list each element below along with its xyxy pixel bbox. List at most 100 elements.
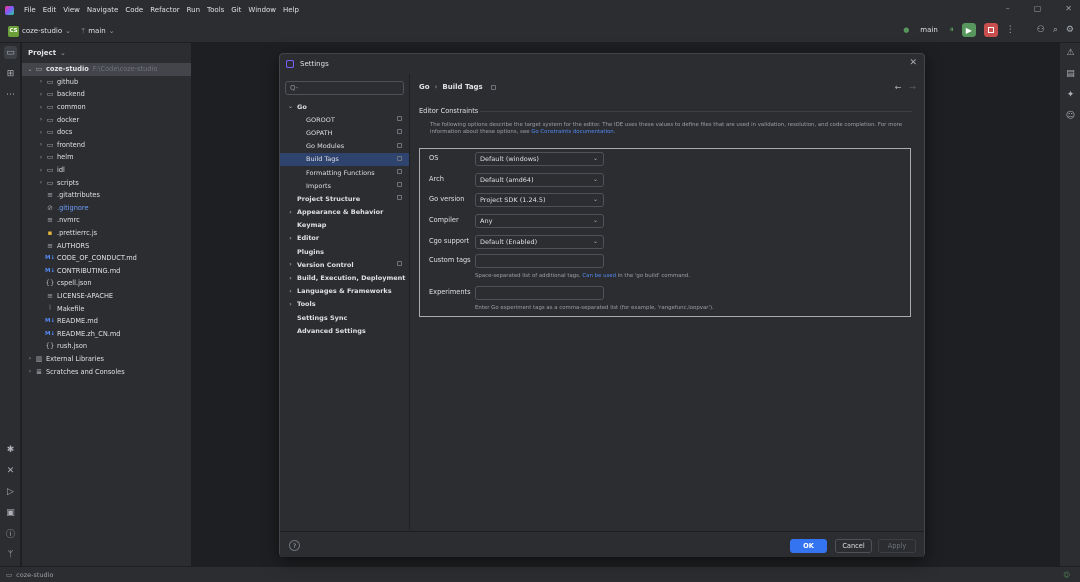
forward-arrow-icon[interactable]: →: [909, 83, 916, 92]
chevron-right-icon[interactable]: ›: [37, 104, 45, 111]
tree-item[interactable]: › ▭ backend: [22, 88, 191, 101]
menu-item-navigate[interactable]: Navigate: [87, 6, 118, 14]
menu-item-git[interactable]: Git: [231, 6, 241, 14]
project-folder-icon[interactable]: ▭: [4, 46, 17, 59]
menu-item-edit[interactable]: Edit: [43, 6, 57, 14]
run-config-selector[interactable]: main: [920, 26, 938, 34]
tree-item[interactable]: › ▭ helm: [22, 151, 191, 164]
chevron-right-icon[interactable]: ›: [26, 355, 34, 362]
menu-item-run[interactable]: Run: [187, 6, 200, 14]
menu-item-view[interactable]: View: [63, 6, 80, 14]
tree-item[interactable]: {} cspell.json: [22, 277, 191, 290]
tree-item[interactable]: › ▭ docker: [22, 113, 191, 126]
run-tool-icon[interactable]: ▷: [4, 485, 17, 498]
chevron-down-icon[interactable]: ⌄: [60, 49, 66, 57]
menu-item-window[interactable]: Window: [248, 6, 276, 14]
settings-nav-formatting-functions[interactable]: Formatting Functions: [280, 166, 409, 179]
menu-item-help[interactable]: Help: [283, 6, 299, 14]
go-constraints-link[interactable]: Go Constraints documentation: [531, 129, 614, 135]
breadcrumb-parent[interactable]: Go: [419, 83, 430, 91]
cancel-button[interactable]: Cancel: [835, 539, 872, 553]
problems-icon[interactable]: ⓘ: [4, 527, 17, 540]
cgo-support-select[interactable]: Default (Enabled) ⌄: [475, 235, 604, 249]
tree-item[interactable]: ⊘ .gitignore: [22, 202, 191, 215]
chevron-right-icon[interactable]: ›: [37, 78, 45, 85]
chevron-icon[interactable]: ⌄: [284, 103, 297, 110]
tree-item[interactable]: › ▭ common: [22, 101, 191, 114]
custom-tags-input[interactable]: [475, 254, 604, 268]
project-panel-header[interactable]: Project ⌄: [22, 43, 191, 63]
apply-button[interactable]: Apply: [878, 539, 916, 553]
experiments-input[interactable]: [475, 286, 604, 300]
settings-nav-build-tags[interactable]: Build Tags: [280, 152, 409, 166]
ok-button[interactable]: OK: [790, 539, 827, 553]
notifications-icon[interactable]: ⚠: [1064, 46, 1077, 59]
chevron-right-icon[interactable]: ›: [37, 141, 45, 148]
settings-nav-build-execution-deployment[interactable]: › Build, Execution, Deployment: [280, 271, 409, 284]
settings-nav-project-structure[interactable]: Project Structure: [280, 192, 409, 205]
tree-item[interactable]: M↓ CODE_OF_CONDUCT.md: [22, 252, 191, 265]
tree-item[interactable]: ⦚ Makefile: [22, 302, 191, 315]
go-version-select[interactable]: Project SDK (1.24.5) ⌄: [475, 193, 604, 207]
settings-nav-plugins[interactable]: Plugins: [280, 245, 409, 258]
tree-item[interactable]: › ▭ github: [22, 76, 191, 89]
tree-item[interactable]: › ▭ scripts: [22, 176, 191, 189]
chevron-right-icon[interactable]: ›: [37, 179, 45, 186]
menu-item-refactor[interactable]: Refactor: [150, 6, 179, 14]
tree-item[interactable]: › ▭ idl: [22, 164, 191, 177]
arch-select[interactable]: Default (amd64) ⌄: [475, 173, 604, 187]
back-arrow-icon[interactable]: ←: [895, 83, 902, 92]
user-icon[interactable]: ⚇: [1037, 25, 1045, 35]
settings-nav-tools[interactable]: › Tools: [280, 298, 409, 311]
settings-nav-go[interactable]: ⌄ Go: [280, 100, 409, 113]
ai-assistant-icon[interactable]: ✦: [1064, 88, 1077, 101]
settings-nav-goroot[interactable]: GOROOT: [280, 113, 409, 126]
settings-search-input[interactable]: Q-: [285, 81, 404, 95]
project-switcher[interactable]: coze-studio: [22, 27, 62, 35]
settings-nav-version-control[interactable]: › Version Control: [280, 258, 409, 271]
chevron-right-icon[interactable]: ›: [37, 116, 45, 123]
tree-item[interactable]: › ▥ External Libraries: [22, 353, 191, 366]
settings-gear-icon[interactable]: ⚙: [1066, 25, 1074, 35]
more-tools-icon[interactable]: ⋯: [4, 88, 17, 101]
terminal-icon[interactable]: ▣: [4, 506, 17, 519]
help-icon[interactable]: ?: [289, 540, 300, 551]
maximize-icon[interactable]: ▢: [1034, 4, 1042, 13]
minimize-icon[interactable]: –: [1006, 4, 1010, 13]
services-icon[interactable]: ✕: [4, 464, 17, 477]
menu-item-code[interactable]: Code: [125, 6, 143, 14]
menu-item-file[interactable]: File: [24, 6, 36, 14]
git-icon[interactable]: ᛘ: [4, 548, 17, 561]
chevron-icon[interactable]: ›: [284, 288, 297, 295]
build-icon[interactable]: ⏸: [950, 25, 954, 35]
chevron-icon[interactable]: ›: [284, 301, 297, 308]
project-badge[interactable]: CS: [8, 25, 19, 37]
tree-item[interactable]: M↓ README.zh_CN.md: [22, 327, 191, 340]
menu-item-tools[interactable]: Tools: [207, 6, 224, 14]
status-indicator-icon[interactable]: ☺: [1063, 571, 1070, 579]
chevron-down-icon[interactable]: ⌄: [65, 27, 71, 35]
structure-icon[interactable]: ⊞: [4, 67, 17, 80]
database-icon[interactable]: ▤: [1064, 67, 1077, 80]
stop-button[interactable]: [983, 23, 998, 37]
close-icon[interactable]: ✕: [909, 58, 917, 68]
settings-nav-appearance-behavior[interactable]: › Appearance & Behavior: [280, 206, 409, 219]
tree-item[interactable]: M↓ CONTRIBUTING.md: [22, 265, 191, 278]
settings-nav-advanced-settings[interactable]: Advanced Settings: [280, 324, 409, 337]
compiler-select[interactable]: Any ⌄: [475, 214, 604, 228]
search-everywhere-icon[interactable]: ⌕: [1053, 25, 1058, 35]
settings-nav-gopath[interactable]: GOPATH: [280, 126, 409, 139]
settings-nav-settings-sync[interactable]: Settings Sync: [280, 311, 409, 324]
settings-nav-editor[interactable]: › Editor: [280, 232, 409, 245]
os-select[interactable]: Default (windows) ⌄: [475, 152, 604, 166]
tree-root[interactable]: ⌄ ▭ coze-studio F:\Code\coze-studio: [22, 63, 191, 76]
run-button[interactable]: ▶: [961, 23, 976, 37]
settings-nav-keymap[interactable]: Keymap: [280, 219, 409, 232]
tree-item[interactable]: ▪ .prettierrc.js: [22, 227, 191, 240]
tree-item[interactable]: › ▭ frontend: [22, 139, 191, 152]
app-logo-icon[interactable]: [5, 5, 14, 15]
chevron-right-icon[interactable]: ›: [37, 167, 45, 174]
chevron-icon[interactable]: ›: [284, 209, 297, 216]
settings-nav-imports[interactable]: Imports: [280, 179, 409, 192]
settings-nav-languages-frameworks[interactable]: › Languages & Frameworks: [280, 285, 409, 298]
